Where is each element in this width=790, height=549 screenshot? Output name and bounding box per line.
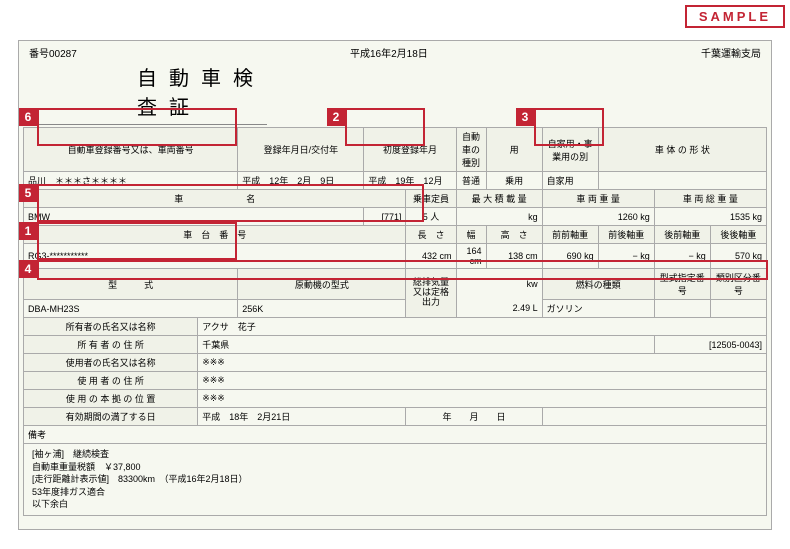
remarks-line: [袖ヶ浦] 継続検査	[32, 448, 758, 461]
remarks-body: [袖ヶ浦] 継続検査 自動車重量税額 ￥37,800 [走行距離計表示値] 83…	[24, 444, 766, 515]
h-owner-addr: 所 有 者 の 住 所	[24, 336, 198, 354]
h-expiry: 有効期間の満了する日	[24, 408, 198, 426]
h-user-addr: 使 用 者 の 住 所	[24, 372, 198, 390]
v-class-code	[710, 300, 766, 318]
h-remarks: 備考	[24, 426, 766, 444]
callout-num-3: 3	[516, 108, 534, 126]
h-max-load: 最 大 積 載 量	[456, 190, 542, 208]
h-ff: 前前軸重	[542, 226, 598, 244]
callout-num-5: 5	[19, 184, 37, 202]
callout-box-4	[37, 260, 768, 280]
h-class: 自動車の種別	[456, 128, 486, 172]
v-model: DBA-MH23S	[24, 300, 238, 318]
h-veh-wt: 車 両 重 量	[542, 190, 654, 208]
h-body: 車 体 の 形 状	[598, 128, 766, 172]
callout-num-4: 4	[19, 260, 37, 278]
v-expiry2: 年 月 日	[406, 408, 542, 426]
remarks-line: [走行距離計表示値] 83300km （平成16年2月18日）	[32, 473, 758, 486]
h-hei: 高 さ	[486, 226, 542, 244]
remarks-cell: 備考 [袖ヶ浦] 継続検査 自動車重量税額 ￥37,800 [走行距離計表示値]…	[24, 426, 767, 516]
callout-num-1: 1	[19, 222, 37, 240]
v-owner-addr: 千葉県	[198, 336, 655, 354]
remarks-line: 以下余白	[32, 498, 758, 511]
v-priv-biz: 自家用	[542, 172, 598, 190]
callout-box-1	[37, 222, 237, 260]
h-base: 使 用 の 本 拠 の 位 置	[24, 390, 198, 408]
h-wid: 幅	[456, 226, 486, 244]
transport-office: 千葉運輸支局	[701, 45, 761, 60]
v-max-load: kg	[456, 208, 542, 226]
h-owner: 所有者の氏名又は名称	[24, 318, 198, 336]
h-rf: 後前軸重	[654, 226, 710, 244]
callout-box-2	[345, 108, 425, 146]
h-fr: 前後軸重	[598, 226, 654, 244]
v-expiry3	[542, 408, 766, 426]
v-veh-wt: 1260 kg	[542, 208, 654, 226]
v-class: 普通	[456, 172, 486, 190]
header-row: 番号00287 平成16年2月18日 千葉運輸支局	[19, 41, 771, 60]
v-body	[598, 172, 766, 190]
page-root: SAMPLE 番号00287 平成16年2月18日 千葉運輸支局 自動車検査証 …	[0, 0, 790, 549]
v-disp-l: 2.49 L	[456, 300, 542, 318]
v-base: ※※※	[198, 390, 767, 408]
h-len: 長 さ	[406, 226, 456, 244]
v-gvw: 1535 kg	[654, 208, 766, 226]
serial-number: 番号00287	[29, 45, 77, 60]
v-owner: アクサ 花子	[198, 318, 767, 336]
remarks-line: 自動車重量税額 ￥37,800	[32, 461, 758, 474]
callout-num-2: 2	[327, 108, 345, 126]
v-use: 乗用	[486, 172, 542, 190]
callout-box-3	[534, 108, 604, 146]
remarks-line: 53年度排ガス適合	[32, 486, 758, 499]
h-user: 使用者の氏名又は名称	[24, 354, 198, 372]
h-gvw: 車 両 総 重 量	[654, 190, 766, 208]
h-rr: 後後軸重	[710, 226, 766, 244]
callout-num-6: 6	[19, 108, 37, 126]
v-fuel: ガソリン	[542, 300, 654, 318]
v-user: ※※※	[198, 354, 767, 372]
v-user-addr: ※※※	[198, 372, 767, 390]
v-owner-code: [12505-0043]	[654, 336, 766, 354]
v-expiry1: 平成 18年 2月21日	[198, 408, 406, 426]
sample-stamp: SAMPLE	[685, 5, 785, 28]
v-engine: 256K	[238, 300, 406, 318]
v-type-code	[654, 300, 710, 318]
callout-box-6	[37, 108, 237, 146]
callout-box-5	[37, 184, 424, 222]
issue-date: 平成16年2月18日	[350, 45, 428, 60]
